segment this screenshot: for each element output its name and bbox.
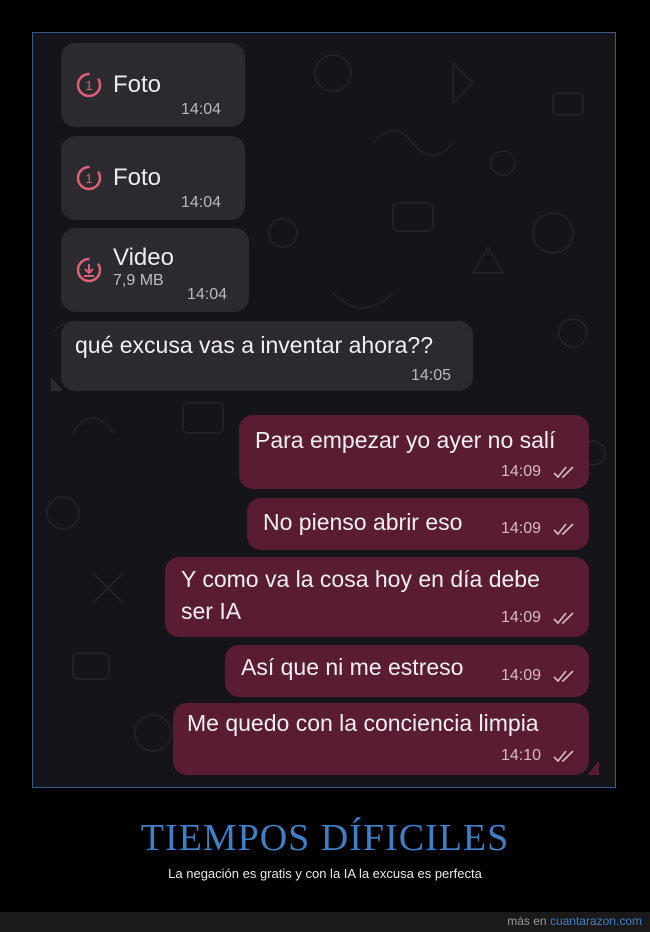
message-text: Y como va la cosa hoy en día debe (181, 566, 540, 592)
message-text: Me quedo con la conciencia limpia (187, 710, 539, 736)
read-receipt-icon (553, 466, 574, 479)
outgoing-text-bubble[interactable]: Y como va la cosa hoy en día debe ser IA… (165, 557, 589, 637)
media-title: Foto (113, 71, 162, 98)
site-link[interactable]: cuantarazon.com (550, 914, 642, 928)
download-icon[interactable] (75, 256, 103, 284)
view-once-icon: 1 (76, 165, 102, 191)
view-once-icon: 1 (76, 72, 102, 98)
message-time: 14:09 (501, 667, 542, 684)
message-time: 14:05 (411, 367, 452, 384)
outgoing-text-bubble[interactable]: Me quedo con la conciencia limpia 14:10 (173, 703, 589, 775)
message-time: 14:10 (501, 747, 542, 764)
site-footer: más en cuantarazon.com (0, 912, 650, 932)
message-text: qué excusa vas a inventar ahora?? (75, 332, 434, 358)
message-text: ser IA (181, 598, 242, 624)
read-receipt-icon (553, 523, 574, 536)
message-time: 14:04 (181, 101, 222, 118)
message-text: No pienso abrir eso (263, 509, 463, 535)
svg-text:1: 1 (85, 78, 92, 93)
svg-text:1: 1 (85, 171, 92, 186)
read-receipt-icon (553, 612, 574, 625)
footer-text: más en cuantarazon.com (507, 914, 642, 928)
incoming-media-bubble[interactable]: 1 Foto 14:04 (61, 43, 245, 127)
media-title: Video (113, 244, 174, 271)
message-time: 14:04 (187, 286, 228, 303)
message-time: 14:09 (501, 463, 542, 480)
post-title: TIEMPOS DÍFICILES (140, 817, 510, 859)
outgoing-text-bubble[interactable]: Así que ni me estreso 14:09 (225, 645, 589, 697)
message-text: Para empezar yo ayer no salí (255, 427, 556, 453)
bubble-tail (587, 761, 599, 775)
incoming-video-bubble[interactable]: Video 7,9 MB 14:04 (61, 228, 249, 312)
read-receipt-icon (553, 750, 574, 763)
media-title: Foto (113, 164, 162, 191)
incoming-text-bubble[interactable]: qué excusa vas a inventar ahora?? 14:05 (61, 321, 473, 391)
bubble-tail (51, 377, 63, 391)
outgoing-text-bubble[interactable]: No pienso abrir eso 14:09 (247, 498, 589, 550)
outgoing-text-bubble[interactable]: Para empezar yo ayer no salí 14:09 (239, 415, 589, 489)
message-time: 14:09 (501, 520, 542, 537)
footer-prefix: más en (507, 914, 547, 928)
message-time: 14:09 (501, 609, 542, 626)
read-receipt-icon (553, 670, 574, 683)
message-time: 14:04 (181, 194, 222, 211)
message-text: Así que ni me estreso (241, 654, 464, 680)
media-size: 7,9 MB (113, 272, 164, 289)
post-subtitle: La negación es gratis y con la IA la exc… (168, 866, 482, 881)
chat-screenshot: 1 Foto 14:04 1 Foto 14:04 Video 7,9 MB 1… (32, 32, 616, 788)
incoming-media-bubble[interactable]: 1 Foto 14:04 (61, 136, 245, 220)
